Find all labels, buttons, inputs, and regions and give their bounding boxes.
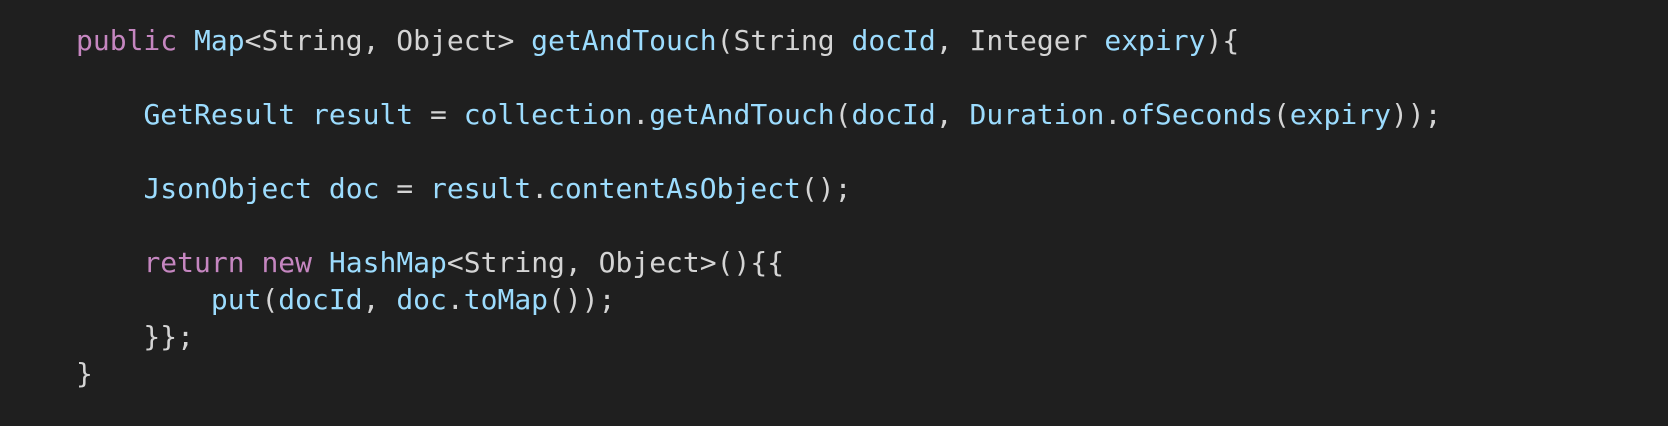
code-token: expiry <box>1104 24 1206 57</box>
code-token: = <box>379 172 431 205</box>
code-token: return <box>143 246 245 279</box>
code-token: Duration <box>969 98 1105 131</box>
code-line: }}; <box>76 318 1442 355</box>
code-token: (String <box>716 24 852 57</box>
code-token: . <box>531 172 549 205</box>
code-token: ofSeconds <box>1121 98 1273 131</box>
code-token: contentAsObject <box>548 172 801 205</box>
code-token: put <box>210 283 262 316</box>
code-token: . <box>1104 98 1122 131</box>
code-token: Map <box>194 24 245 57</box>
code-token: ()); <box>548 283 616 316</box>
code-token: doc <box>328 172 380 205</box>
code-editor[interactable]: public Map<String, Object> getAndTouch(S… <box>0 0 1668 426</box>
code-token: JsonObject <box>143 172 313 205</box>
code-token: public <box>76 24 178 57</box>
code-token: . <box>632 98 650 131</box>
code-token: , <box>362 283 397 316</box>
code-block[interactable]: public Map<String, Object> getAndTouch(S… <box>76 22 1442 392</box>
code-token: (); <box>800 172 852 205</box>
code-token: , <box>935 98 970 131</box>
code-token: ( <box>834 98 852 131</box>
code-token: docId <box>851 24 936 57</box>
code-token: getAndTouch <box>531 24 717 57</box>
code-token: ){ <box>1205 24 1240 57</box>
code-token: toMap <box>463 283 549 316</box>
code-token: ( <box>261 283 279 316</box>
code-token: <String, Object> <box>244 24 532 57</box>
code-token: ( <box>1272 98 1290 131</box>
code-token: result <box>430 172 532 205</box>
code-token: docId <box>851 98 936 131</box>
code-line: put(docId, doc.toMap()); <box>76 281 1442 318</box>
code-token: expiry <box>1289 98 1391 131</box>
code-token: getAndTouch <box>649 98 835 131</box>
code-line: JsonObject doc = result.contentAsObject(… <box>76 170 1442 207</box>
code-token: docId <box>278 283 363 316</box>
code-token: GetResult <box>143 98 296 131</box>
code-line: } <box>76 355 1442 392</box>
code-token: HashMap <box>328 246 447 279</box>
code-token: new <box>261 246 313 279</box>
code-token: , Integer <box>935 24 1105 57</box>
code-token: } <box>76 357 93 390</box>
code-token: = <box>413 98 464 131</box>
code-line: public Map<String, Object> getAndTouch(S… <box>76 22 1442 59</box>
code-token: }}; <box>76 320 195 353</box>
code-line: return new HashMap<String, Object>(){{ <box>76 244 1442 281</box>
code-line: GetResult result = collection.getAndTouc… <box>76 96 1442 133</box>
code-token: result <box>312 98 414 131</box>
code-token: collection <box>463 98 633 131</box>
code-token: )); <box>1390 98 1442 131</box>
code-token: <String, Object>(){{ <box>446 246 785 279</box>
code-token: . <box>446 283 464 316</box>
code-token: doc <box>396 283 447 316</box>
